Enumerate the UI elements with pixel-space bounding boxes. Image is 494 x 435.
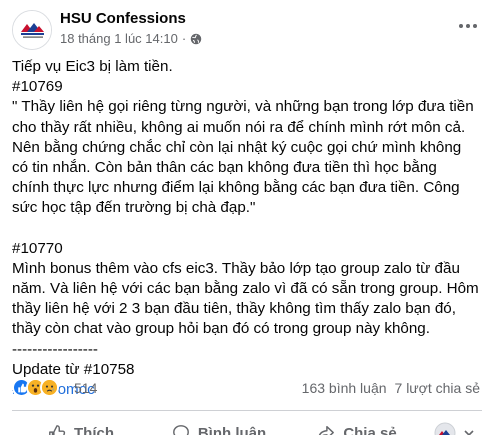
comment-icon xyxy=(172,425,189,435)
post-line: " Thầy liên hệ gọi riêng từng người, và … xyxy=(12,98,474,116)
reaction-icons[interactable] xyxy=(12,378,59,397)
post-text: Tiếp vụ Eic3 bị làm tiền. #10769 " Thầy … xyxy=(12,57,482,400)
reactions-bar: 514 163 bình luận 7 lượt chia sẻ xyxy=(12,378,482,400)
post-stats: 163 bình luận 7 lượt chia sẻ xyxy=(302,380,480,396)
post-line: cho thầy rất nhiều, không ai muốn nói ra… xyxy=(12,118,466,136)
share-label: Chia sẻ xyxy=(343,424,397,435)
page-name[interactable]: HSU Confessions xyxy=(60,10,186,27)
meta-separator: · xyxy=(181,31,187,46)
page-avatar[interactable] xyxy=(12,10,52,50)
more-options-button[interactable] xyxy=(454,14,482,38)
dot-icon xyxy=(473,24,477,28)
post-meta: 18 tháng 1 lúc 14:10 · xyxy=(60,31,202,46)
action-divider xyxy=(12,410,482,411)
reaction-count[interactable]: 514 xyxy=(74,380,97,396)
post-line: sức học tập đến trường bị chà đạp." xyxy=(12,199,256,217)
like-button[interactable]: Thích xyxy=(12,418,150,435)
comment-label: Bình luận xyxy=(197,424,267,435)
sad-reaction-icon xyxy=(40,378,59,397)
post-hashtag-ref: #10770 xyxy=(12,239,63,257)
globe-icon xyxy=(190,33,202,44)
post-line: có tin nhắn. Còn bản thân các bạn không … xyxy=(12,159,437,177)
post-line: thầy còn chat vào group hỏi bạn đó có tr… xyxy=(12,320,430,338)
post-line: thầy liên hệ với 2 3 bạn đầu tiên, thầy … xyxy=(12,300,456,318)
post-line: chính thực lực nhưng điểm lại không bằng… xyxy=(12,179,460,197)
comment-button[interactable]: Bình luận xyxy=(150,418,288,435)
post-line: Nên bằng chứng chắc chỉ còn lại nhật ký … xyxy=(12,138,462,156)
dot-icon xyxy=(459,24,463,28)
share-count-link[interactable]: 7 lượt chia sẻ xyxy=(395,380,480,396)
post-line: năm. Và liên hệ với các bạn bằng zalo vì… xyxy=(12,280,479,298)
dot-icon xyxy=(466,24,470,28)
page-avatar-small-icon xyxy=(434,422,456,435)
like-label: Thích xyxy=(74,424,114,435)
post-line: Tiếp vụ Eic3 bị làm tiền. xyxy=(12,58,173,75)
chevron-down-icon xyxy=(464,430,474,435)
post-hashtag-ref: #10769 xyxy=(12,78,63,96)
post-divider-line: ----------------- xyxy=(12,340,98,358)
post-actions: Thích Bình luận Chia sẻ xyxy=(12,418,482,435)
audience-selector-button[interactable] xyxy=(426,418,482,435)
thumbs-up-icon xyxy=(49,425,66,435)
comment-count-link[interactable]: 163 bình luận xyxy=(302,380,387,396)
share-button[interactable]: Chia sẻ xyxy=(288,418,426,435)
hsu-logo-icon xyxy=(13,11,51,49)
post-timestamp[interactable]: 18 tháng 1 lúc 14:10 xyxy=(60,31,178,46)
share-icon xyxy=(319,425,335,435)
post-line: Mình bonus thêm vào cfs eic3. Thầy bảo l… xyxy=(12,259,460,277)
post-header: HSU Confessions 18 tháng 1 lúc 14:10 · xyxy=(12,8,482,52)
